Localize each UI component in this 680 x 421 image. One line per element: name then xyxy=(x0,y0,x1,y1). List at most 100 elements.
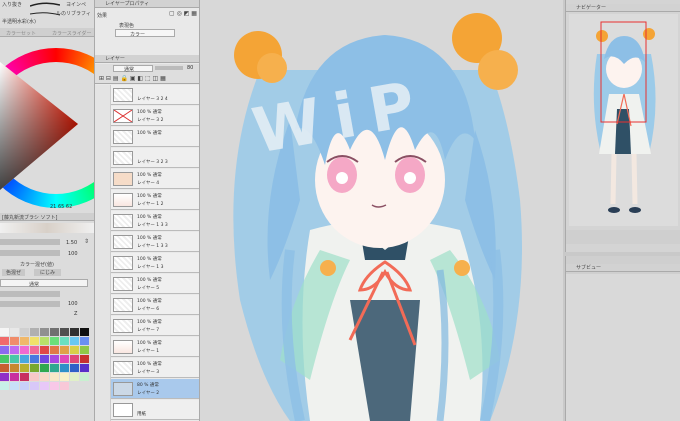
palette-swatch[interactable] xyxy=(60,346,69,354)
palette-swatch[interactable] xyxy=(20,373,29,381)
layer-row[interactable]: 100 % 通常 レイヤー 1 3 3 xyxy=(99,232,199,252)
layer-row[interactable]: 100 % 通常 レイヤー 3 xyxy=(99,358,199,378)
layer-row[interactable]: 100 % 通常 レイヤー 1 xyxy=(99,337,199,357)
palette-swatch[interactable] xyxy=(20,355,29,363)
palette-swatch[interactable] xyxy=(60,382,69,390)
size-slider[interactable] xyxy=(0,239,60,245)
palette-swatch[interactable] xyxy=(40,337,49,345)
palette-swatch[interactable] xyxy=(0,328,9,336)
palette-swatch[interactable] xyxy=(40,328,49,336)
brush-label-3[interactable]: ルのリブラフィ xyxy=(56,10,91,17)
palette-swatch[interactable] xyxy=(10,373,19,381)
palette-swatch[interactable] xyxy=(10,382,19,390)
palette-swatch[interactable] xyxy=(80,346,89,354)
palette-swatch[interactable] xyxy=(30,382,39,390)
tab-color-set[interactable]: カラーセット xyxy=(6,30,36,37)
palette-swatch[interactable] xyxy=(40,382,49,390)
palette-swatch[interactable] xyxy=(70,328,79,336)
palette-swatch[interactable] xyxy=(50,337,59,345)
palette-swatch[interactable] xyxy=(0,373,9,381)
palette-swatch[interactable] xyxy=(20,346,29,354)
tab-color-slider[interactable]: カラースライダー xyxy=(52,30,92,37)
palette-swatch[interactable] xyxy=(70,364,79,372)
palette-swatch[interactable] xyxy=(10,328,19,336)
layer-row[interactable]: 100 % 通常 xyxy=(99,127,199,147)
layer-row[interactable]: 100 % 通常 レイヤー 3 2 xyxy=(99,106,199,126)
palette-swatch[interactable] xyxy=(0,346,9,354)
layer-tool-icons[interactable]: ⊞ ⊟ ▤ 🔒 ▣ ◧ ⬚ ◫ ▦ xyxy=(99,75,166,82)
layer-row[interactable]: 用紙 xyxy=(99,400,199,420)
palette-swatch[interactable] xyxy=(0,355,9,363)
palette-swatch[interactable] xyxy=(10,364,19,372)
palette-swatch[interactable] xyxy=(80,355,89,363)
density-slider[interactable] xyxy=(0,250,60,256)
palette-swatch[interactable] xyxy=(80,364,89,372)
brush-label-4[interactable]: 半透明水彩(水) xyxy=(2,18,36,25)
layer-row[interactable]: 100 % 通常 レイヤー 1 3 3 xyxy=(99,211,199,231)
palette-swatch[interactable] xyxy=(60,373,69,381)
palette-swatch[interactable] xyxy=(70,355,79,363)
mix-slider-2[interactable] xyxy=(0,301,60,307)
palette-swatch[interactable] xyxy=(20,382,29,390)
brush-label-1[interactable]: 入り抜き xyxy=(2,1,22,8)
palette-swatch[interactable] xyxy=(50,364,59,372)
palette-swatch[interactable] xyxy=(50,355,59,363)
brush-label-2[interactable]: ヨインペ xyxy=(66,1,86,8)
layer-row[interactable]: レイヤー 3 2 4 xyxy=(99,85,199,105)
palette-swatch[interactable] xyxy=(80,373,89,381)
palette-swatch[interactable] xyxy=(0,337,9,345)
layer-row[interactable]: 100 % 通常 レイヤー 1 2 xyxy=(99,190,199,210)
palette-swatch[interactable] xyxy=(50,373,59,381)
blend-select[interactable]: 通常 xyxy=(113,65,153,73)
palette-swatch[interactable] xyxy=(10,355,19,363)
opacity-slider[interactable] xyxy=(155,66,183,70)
mix-mode-select[interactable]: 通常 xyxy=(0,279,88,288)
palette-swatch[interactable] xyxy=(70,373,79,381)
palette-swatch[interactable] xyxy=(10,337,19,345)
palette-swatch[interactable] xyxy=(30,373,39,381)
canvas-area[interactable]: WiP xyxy=(200,0,563,421)
palette-swatch[interactable] xyxy=(40,364,49,372)
palette-swatch[interactable] xyxy=(40,346,49,354)
navigator-preview[interactable] xyxy=(569,14,678,226)
palette-swatch[interactable] xyxy=(10,346,19,354)
palette-swatch[interactable] xyxy=(0,364,9,372)
mix-slider-1[interactable] xyxy=(0,291,60,297)
palette-swatch[interactable] xyxy=(80,337,89,345)
palette-swatch[interactable] xyxy=(30,337,39,345)
stepper-icon[interactable]: ⇕ xyxy=(84,239,89,245)
palette-swatch[interactable] xyxy=(60,337,69,345)
palette-swatch[interactable] xyxy=(60,355,69,363)
palette-swatch[interactable] xyxy=(60,328,69,336)
palette-swatch[interactable] xyxy=(20,364,29,372)
layer-row[interactable]: レイヤー 3 2 3 xyxy=(99,148,199,168)
color-triangle[interactable] xyxy=(0,62,80,192)
layer-row[interactable]: 100 % 通常 レイヤー 7 xyxy=(99,316,199,336)
palette-swatch[interactable] xyxy=(20,328,29,336)
palette-swatch[interactable] xyxy=(30,328,39,336)
palette-swatch[interactable] xyxy=(70,346,79,354)
palette-swatch[interactable] xyxy=(30,355,39,363)
layer-row[interactable]: 100 % 通常 レイヤー 6 xyxy=(99,295,199,315)
palette-swatch[interactable] xyxy=(40,355,49,363)
blur-button[interactable]: にじみ xyxy=(34,269,62,276)
layer-row[interactable]: 100 % 通常 レイヤー 5 xyxy=(99,274,199,294)
expr-color-select[interactable]: カラー xyxy=(115,29,175,38)
color-mix-button[interactable]: 色混ぜ xyxy=(2,269,26,276)
subview-area[interactable] xyxy=(566,274,680,421)
palette-swatch[interactable] xyxy=(70,337,79,345)
palette-swatch[interactable] xyxy=(40,373,49,381)
palette-swatch[interactable] xyxy=(50,328,59,336)
palette-swatch[interactable] xyxy=(20,337,29,345)
palette-swatch[interactable] xyxy=(60,364,69,372)
layer-row[interactable]: 100 % 通常 レイヤー 4 xyxy=(99,169,199,189)
palette-swatch[interactable] xyxy=(50,346,59,354)
layer-row[interactable]: 80 % 通常 レイヤー 2 xyxy=(99,379,199,399)
palette-swatch[interactable] xyxy=(0,382,9,390)
palette-swatch[interactable] xyxy=(80,328,89,336)
palette-swatch[interactable] xyxy=(30,346,39,354)
effect-icons[interactable]: ▢ ◎ ◩ ▦ xyxy=(169,10,197,17)
palette-swatch[interactable] xyxy=(50,382,59,390)
layer-row[interactable]: 100 % 通常 レイヤー 1 3 xyxy=(99,253,199,273)
palette-grid[interactable] xyxy=(0,328,92,421)
